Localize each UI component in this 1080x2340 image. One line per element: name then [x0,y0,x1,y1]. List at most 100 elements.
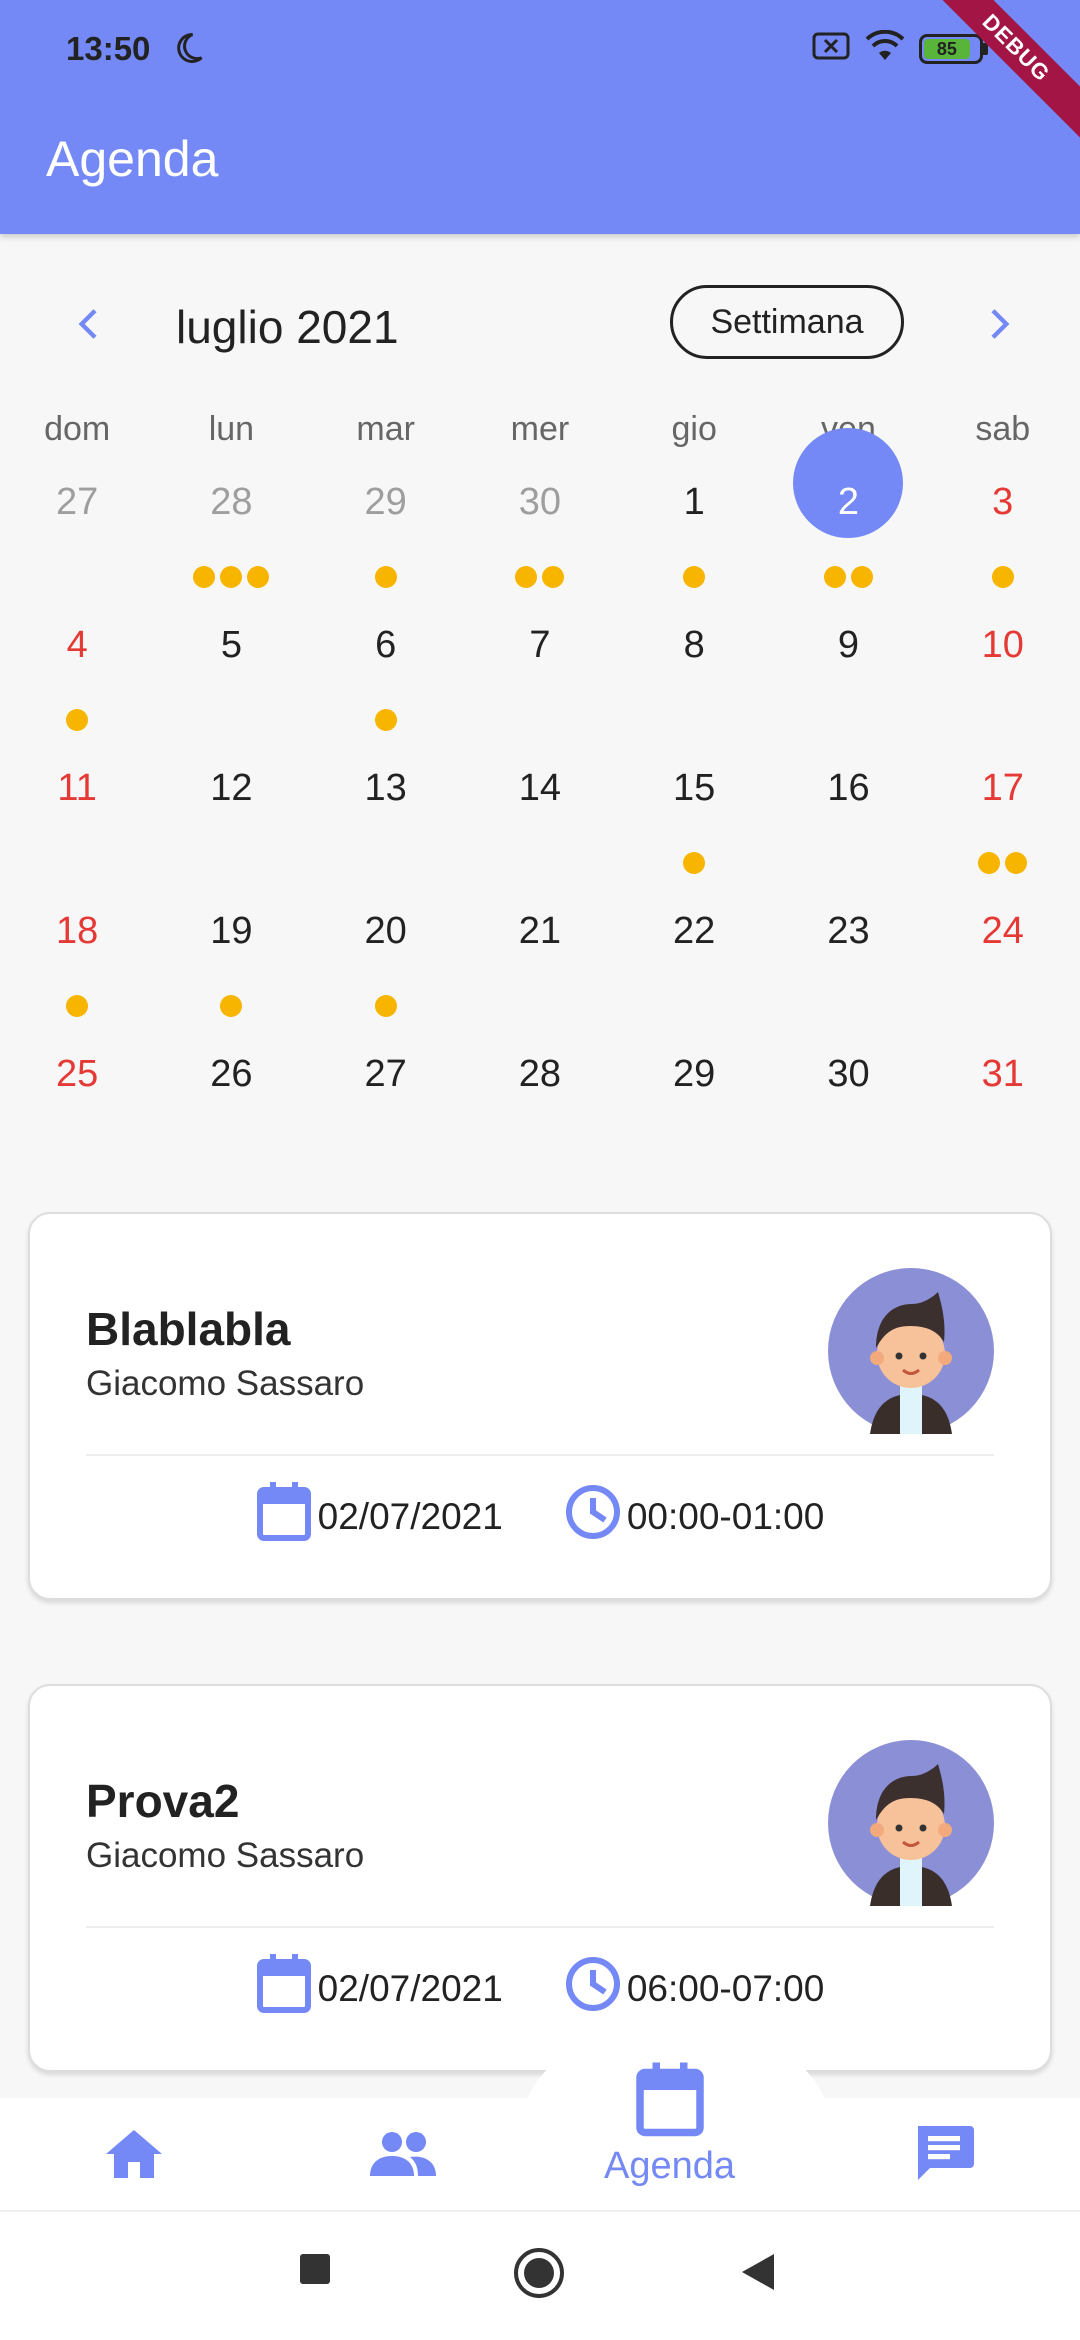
event-marker-dot [374,995,397,1017]
event-marker-dot [683,852,706,874]
calendar-day[interactable]: 26 [154,1038,308,1181]
day-number: 5 [220,624,242,666]
calendar-day[interactable]: 20 [309,895,463,1038]
event-marker-dot [1005,852,1028,874]
calendar-day[interactable]: 6 [309,609,463,752]
view-format-button[interactable]: Settimana [670,285,904,359]
day-number: 1 [683,481,705,523]
calendar-day[interactable]: 31 [926,1038,1080,1181]
event-marker-dot [193,566,216,588]
event-organizer: Giacomo Sassaro [86,1836,365,1875]
next-month-chevron-right-icon[interactable] [978,304,1018,349]
event-markers [309,995,463,1017]
event-marker-dot [978,852,1001,874]
calendar-day[interactable]: 19 [154,895,308,1038]
event-time: 00:00-01:00 [565,1482,824,1551]
day-number: 25 [55,1053,99,1095]
calendar-day[interactable]: 25 [0,1038,154,1181]
nav-messages-button[interactable] [914,2124,974,2183]
calendar-day[interactable]: 4 [0,609,154,752]
month-label: luglio 2021 [176,301,399,353]
event-marker-dot [991,566,1014,588]
nav-agenda-button[interactable]: Agenda [604,2062,735,2188]
event-marker-dot [850,566,873,588]
calendar-day[interactable]: 1 [617,466,771,609]
event-marker-dot [515,566,538,588]
day-number: 9 [837,624,860,666]
event-markers [926,566,1080,588]
event-card[interactable]: Blablabla Giacomo Sassaro 02/07/2021 00:… [28,1212,1052,1600]
system-navigation-bar [0,2210,1080,2340]
event-time-text: 06:00-07:00 [626,1967,825,2009]
calendar-day[interactable]: 30 [463,466,617,609]
event-marker-dot [823,566,846,588]
avatar [828,1740,994,1906]
event-marker-dot [66,709,89,731]
event-marker-dot [66,995,89,1017]
day-number: 11 [57,767,97,809]
calendar-header: luglio 2021 Settimana [0,280,1080,370]
calendar-day[interactable]: 15 [617,752,771,895]
divider [86,1454,994,1456]
divider [86,1926,994,1928]
day-number: 28 [518,1053,562,1095]
event-marker-dot [542,566,565,588]
event-markers [0,995,154,1017]
day-number: 18 [55,910,99,952]
calendar-day[interactable]: 18 [0,895,154,1038]
day-number: 30 [518,481,562,523]
battery-level: 85 [924,38,970,59]
event-marker-dot [374,566,397,588]
day-number: 31 [981,1053,1024,1095]
event-date-text: 02/07/2021 [317,1967,503,2009]
event-card[interactable]: Prova2 Giacomo Sassaro 02/07/2021 06:00-… [28,1684,1052,2072]
event-markers [0,709,154,731]
avatar [828,1268,994,1434]
calendar-day[interactable]: 29 [309,466,463,609]
nav-home-button[interactable] [104,2128,164,2183]
day-number: 13 [364,767,407,809]
day-number: 17 [981,767,1024,809]
chat-icon [914,2124,974,2183]
calendar-day[interactable]: 29 [617,1038,771,1181]
day-number: 29 [673,1053,716,1095]
day-number: 4 [66,624,88,666]
event-markers [154,995,308,1017]
calendar-day[interactable]: 30 [771,1038,925,1181]
day-number: 16 [827,767,870,809]
app-bar: 13:50 85 DEBUG Agenda [0,0,1080,234]
calendar-day[interactable]: 3 [926,466,1080,609]
day-number: 2 [837,481,860,523]
event-meta: 02/07/2021 00:00-01:00 [30,1482,1050,1551]
calendar-day[interactable]: 17 [926,752,1080,895]
calendar-day[interactable]: 28 [463,1038,617,1181]
calendar-icon [256,1482,312,1551]
back-triangle-icon[interactable] [740,2252,776,2295]
calendar-week-row: 27 28 29 30 1 2 3 [0,428,1080,609]
previous-month-chevron-left-icon[interactable] [70,304,110,349]
calendar-day-selected[interactable]: 2 [771,428,925,609]
home-icon [104,2128,164,2183]
home-circle-icon[interactable] [512,2246,566,2303]
day-number: 24 [981,910,1024,952]
event-marker-dot [374,709,397,731]
debug-banner: DEBUG [911,0,1080,153]
event-markers [771,566,925,588]
calendar-icon [256,1954,312,2023]
no-sim-icon [811,31,851,66]
event-time: 06:00-07:00 [565,1954,825,2023]
nav-people-button[interactable] [370,2128,436,2179]
event-title: Blablabla [86,1303,291,1355]
day-number: 7 [529,624,551,666]
day-number: 28 [210,481,253,523]
day-number: 3 [992,481,1014,523]
calendar-day[interactable]: 27 [309,1038,463,1181]
event-markers [926,852,1080,874]
event-title: Prova2 [86,1775,240,1827]
event-marker-dot [220,995,243,1017]
recents-square-icon[interactable] [298,2252,332,2289]
clock-icon [565,1484,621,1549]
do-not-disturb-moon-icon [170,30,206,71]
calendar-day[interactable]: 28 [154,466,308,609]
event-markers [617,566,771,588]
